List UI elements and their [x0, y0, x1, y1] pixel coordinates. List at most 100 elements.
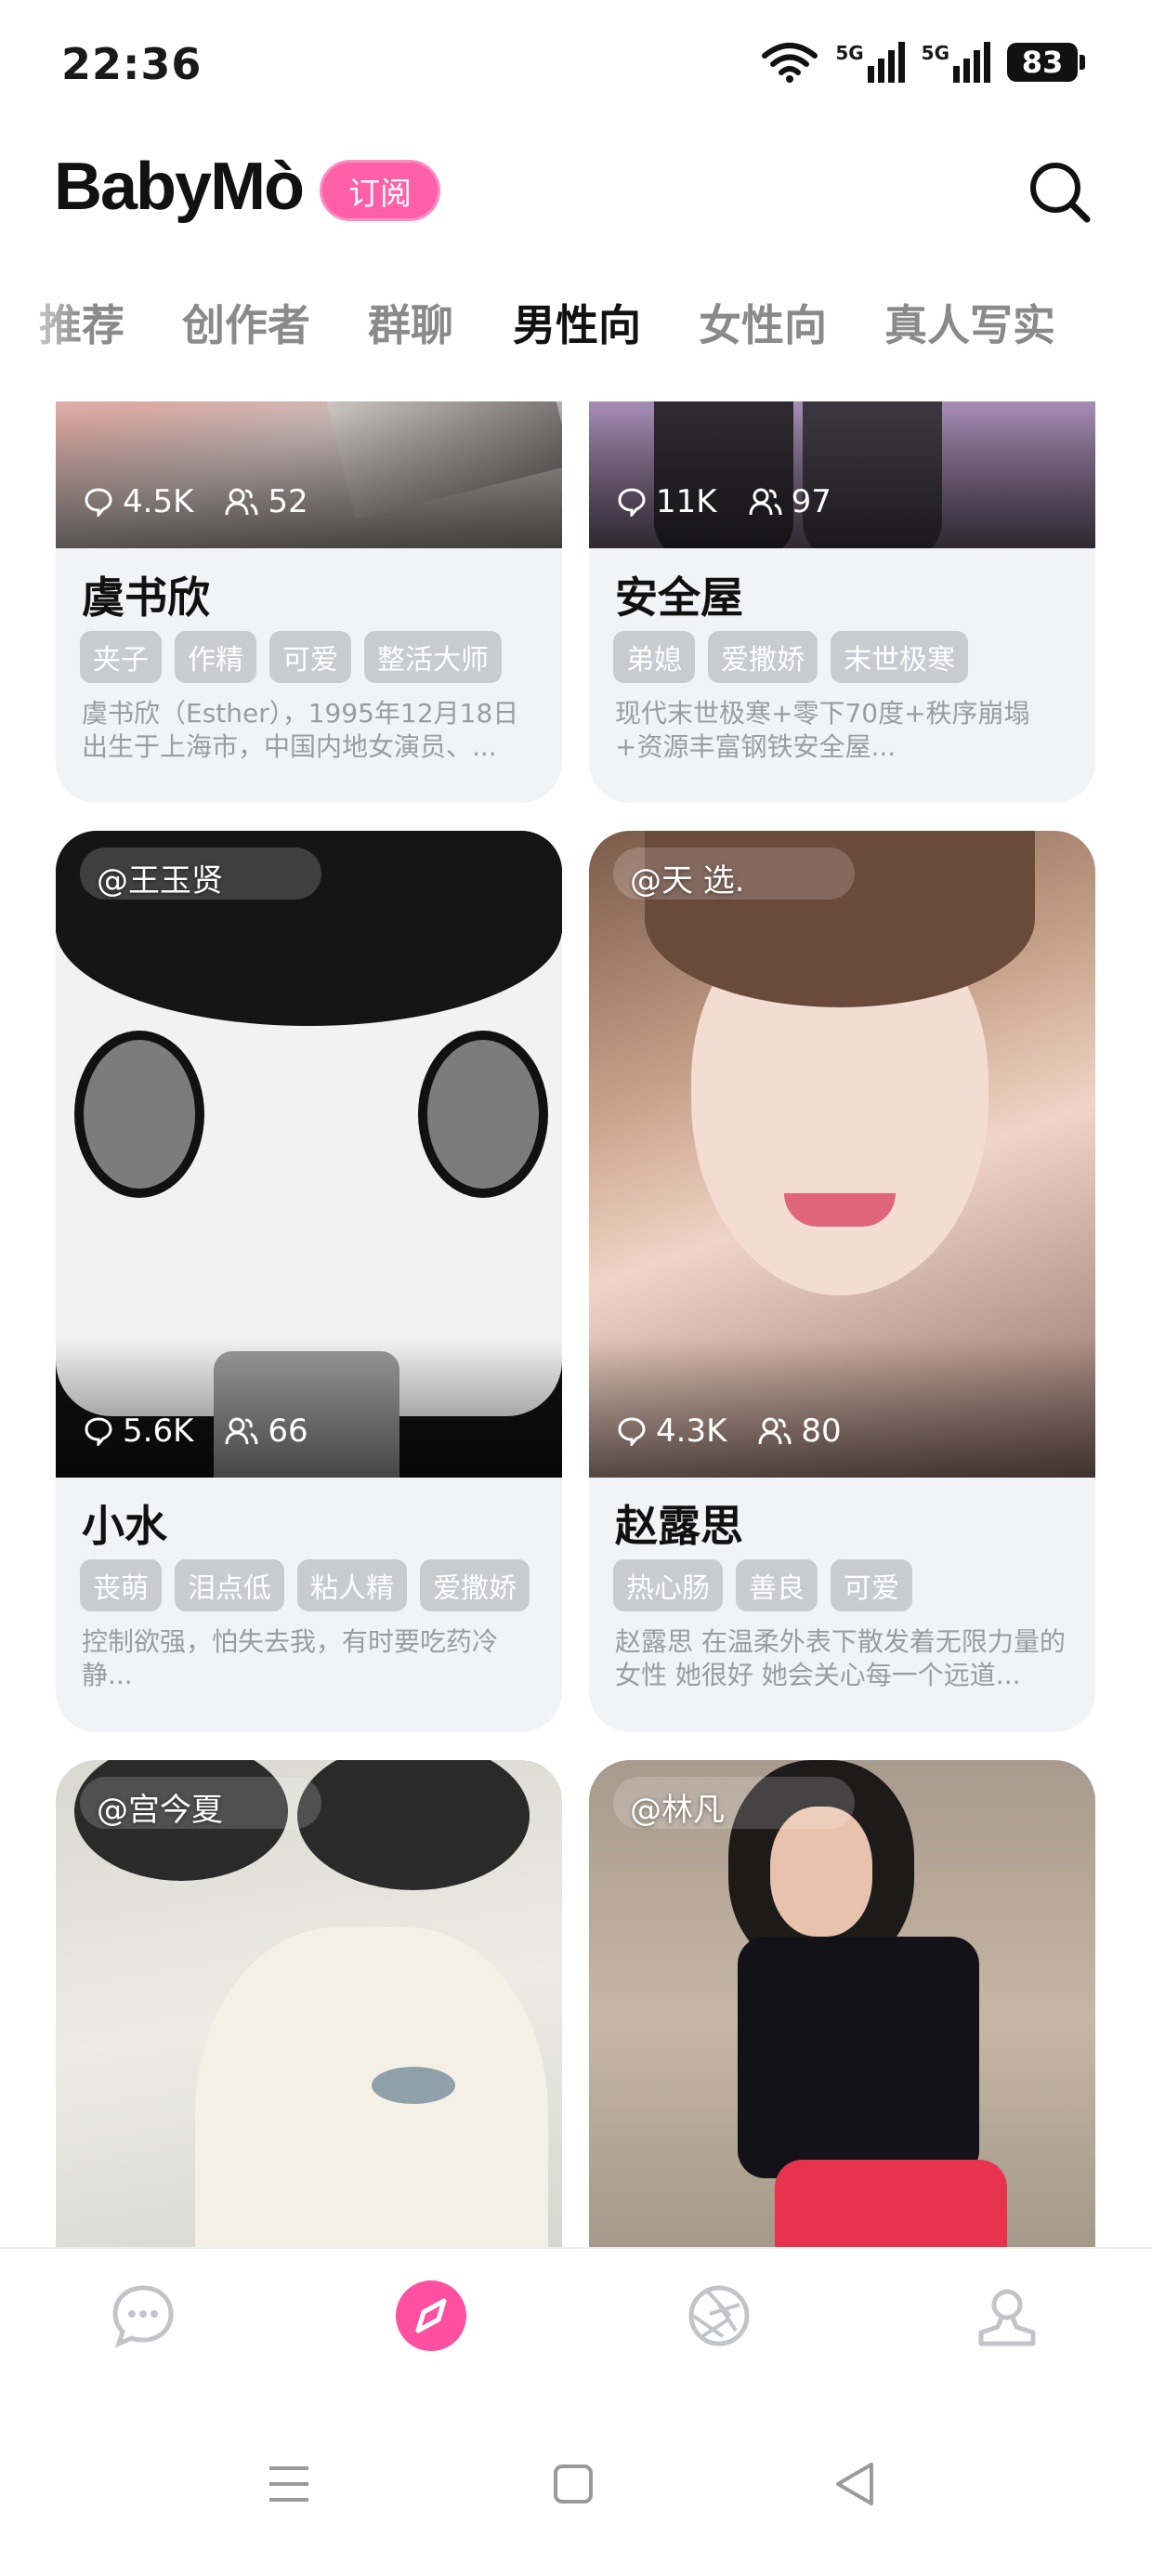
comment-count: 5.6K: [123, 1413, 194, 1450]
profile-icon[interactable]: [970, 2279, 1044, 2353]
card-stats: 5.6K 66: [84, 1413, 308, 1450]
subscribe-button[interactable]: 订阅: [320, 160, 440, 221]
character-card[interactable]: @王玉贤 5.6K 66 小水 丧萌 泪点低 粘人精 爱撒娇 控制欲强，怕失去我…: [56, 831, 562, 1732]
tag: 善良: [736, 1559, 818, 1611]
card-stats: 4.3K 80: [617, 1413, 842, 1450]
creator-handle[interactable]: @宫今夏: [97, 1784, 223, 1830]
tag: 丧萌: [80, 1559, 162, 1611]
tag-list: 弟媳 爱撒娇 末世极寒: [613, 631, 968, 683]
image-shade: [56, 1338, 562, 1478]
category-tabs: 推荐 创作者 群聊 男性向 女性向 真人写实: [0, 279, 1152, 362]
menu-icon[interactable]: [256, 2451, 321, 2517]
comment-icon: [85, 488, 112, 517]
app-screen: 22:36 5G 5G 83 BabyMò 订阅 创作者 群聊 男性向 女性向 …: [0, 0, 1152, 2576]
tag-list: 夹子 作精 可爱 整活大师: [80, 631, 502, 683]
tab-male-oriented[interactable]: 男性向: [513, 292, 641, 353]
chat-bubble-icon[interactable]: [106, 2279, 180, 2353]
tag-list: 丧萌 泪点低 粘人精 爱撒娇: [80, 1559, 530, 1611]
comment-stat: 5.6K: [84, 1413, 193, 1450]
back-triangle-icon[interactable]: [823, 2451, 888, 2517]
app-header: BabyMò 订阅: [0, 139, 1152, 242]
character-name: 小水: [82, 1501, 167, 1551]
character-image: @宫今夏: [56, 1760, 562, 2260]
member-count: 97: [791, 483, 831, 520]
image-eye-left: [74, 1031, 204, 1198]
character-description: 控制欲强，怕失去我，有时要吃药冷静...: [82, 1626, 499, 1690]
battery: 83: [1007, 43, 1085, 82]
network-label-2: 5G: [921, 42, 949, 64]
image-eye: [372, 2067, 455, 2104]
comment-count: 4.5K: [123, 483, 194, 520]
aperture-icon[interactable]: [682, 2279, 756, 2353]
character-description: 现代末世极寒+零下70度+秩序崩塌+资源丰富钢铁安全屋...: [615, 698, 1030, 762]
comment-count: 4.3K: [656, 1413, 727, 1450]
tag: 可爱: [269, 631, 351, 683]
search-icon[interactable]: [1024, 156, 1094, 227]
character-card[interactable]: 4.5K 52 虞书欣 夹子 作精 可爱 整活大师 虞书欣（Esther），19…: [56, 401, 562, 803]
image-lips: [784, 1193, 896, 1227]
battery-level: 83: [1007, 43, 1078, 82]
comment-icon: [85, 1417, 112, 1446]
character-card[interactable]: @林凡: [589, 1760, 1095, 2260]
tag: 泪点低: [175, 1559, 284, 1611]
character-image: @林凡: [589, 1760, 1095, 2260]
signal-bars-icon: [867, 42, 905, 83]
character-description: 虞书欣（Esther），1995年12月18日出生于上海市，中国内地女演员、..…: [82, 698, 519, 762]
tab-group-chat[interactable]: 群聊: [368, 292, 453, 353]
compass-icon: [415, 2298, 447, 2333]
member-count: 52: [268, 483, 308, 520]
wifi-icon: [762, 43, 818, 83]
comment-stat: 4.3K: [617, 1413, 727, 1450]
system-navigation: [0, 2396, 1152, 2576]
tag: 夹子: [80, 631, 162, 683]
network-label-1: 5G: [835, 42, 864, 64]
member-count: 80: [801, 1413, 842, 1450]
character-card[interactable]: @天 选. 4.3K 80 赵露思 热心肠 善良 可爱 赵露思 在温柔外表下散发…: [589, 831, 1095, 1732]
battery-tip: [1080, 55, 1085, 70]
members-icon: [225, 488, 258, 516]
comment-count: 11K: [656, 483, 717, 520]
tag: 末世极寒: [831, 631, 968, 683]
members-icon: [758, 1417, 792, 1445]
creator-handle[interactable]: @林凡: [630, 1784, 725, 1830]
tabs-fade-right: [1050, 279, 1152, 362]
app-logo: BabyMò: [54, 150, 305, 224]
comment-icon: [618, 1417, 646, 1446]
tab-female-oriented[interactable]: 女性向: [699, 292, 827, 353]
character-name: 虞书欣: [82, 572, 210, 623]
tag: 爱撒娇: [708, 631, 818, 683]
status-time: 22:36: [61, 39, 203, 89]
creator-handle[interactable]: @王玉贤: [97, 855, 223, 900]
image-shade: [56, 409, 562, 548]
character-image: 11K 97: [589, 401, 1095, 548]
image-face: [195, 1927, 548, 2260]
creator-handle[interactable]: @天 选.: [630, 855, 745, 900]
member-stat: 97: [749, 483, 831, 520]
members-icon: [749, 488, 782, 516]
signal-1: 5G: [835, 42, 905, 83]
members-icon: [225, 1417, 258, 1445]
tag: 弟媳: [613, 631, 695, 683]
image-eye-right: [418, 1031, 548, 1198]
home-square-icon[interactable]: [541, 2451, 606, 2517]
tag: 作精: [175, 631, 256, 683]
character-card[interactable]: 11K 97 安全屋 弟媳 爱撒娇 末世极寒 现代末世极寒+零下70度+秩序崩塌…: [589, 401, 1095, 803]
tab-creators[interactable]: 创作者: [182, 292, 310, 353]
comment-icon: [618, 488, 646, 517]
image-sunglasses-right: [297, 1760, 530, 1890]
discover-button[interactable]: [396, 2280, 466, 2351]
character-image: 4.5K 52: [56, 401, 562, 548]
signal-2: 5G: [922, 42, 990, 83]
image-blouse: [738, 1937, 979, 2178]
character-name: 安全屋: [615, 572, 743, 623]
character-feed[interactable]: 4.5K 52 虞书欣 夹子 作精 可爱 整活大师 虞书欣（Esther），19…: [0, 401, 1152, 2260]
status-bar: 22:36 5G 5G 83: [0, 0, 1152, 130]
member-stat: 80: [758, 1413, 842, 1450]
status-icons: 5G 5G 83: [761, 41, 1085, 84]
signal-bars-icon: [953, 42, 990, 83]
card-stats: 11K 97: [617, 483, 831, 520]
character-name: 赵露思: [615, 1501, 743, 1551]
tab-realistic[interactable]: 真人写实: [884, 292, 1055, 353]
character-card[interactable]: @宫今夏: [56, 1760, 562, 2260]
member-stat: 52: [225, 483, 308, 520]
